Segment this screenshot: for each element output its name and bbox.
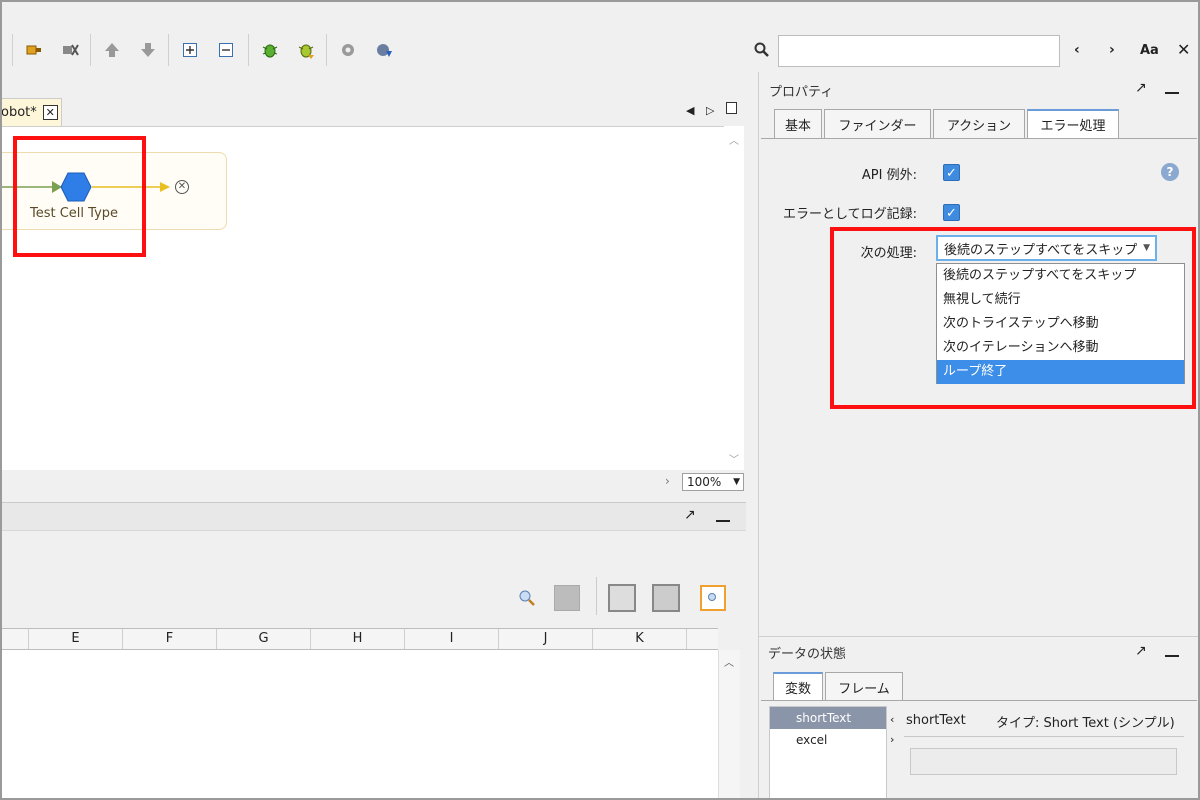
export-icon[interactable] bbox=[608, 584, 636, 612]
maximize-icon[interactable]: ↗ bbox=[1135, 643, 1147, 659]
move-down-icon[interactable] bbox=[136, 38, 160, 62]
tab-variables[interactable]: 変数 bbox=[773, 672, 823, 701]
debug-step-icon[interactable] bbox=[294, 38, 318, 62]
column-header-h[interactable]: H bbox=[311, 629, 405, 649]
highlight-box-node bbox=[13, 136, 146, 257]
api-exception-label: API 例外: bbox=[861, 168, 917, 183]
list-item-selected[interactable]: shortText bbox=[770, 707, 886, 729]
tab-scroll-left-icon[interactable]: ◀ bbox=[686, 104, 694, 117]
collapse-left-icon[interactable]: ‹ bbox=[890, 713, 894, 726]
tab-scroll-right-icon[interactable]: ▷ bbox=[706, 104, 714, 117]
toolbar-separator bbox=[596, 577, 597, 615]
variable-list: shortText excel bbox=[769, 706, 887, 800]
help-icon[interactable]: ? bbox=[1161, 163, 1179, 181]
find-cell-icon[interactable] bbox=[700, 585, 726, 611]
column-header-j[interactable]: J bbox=[499, 629, 593, 649]
highlight-box-dropdown bbox=[830, 227, 1196, 409]
tab-action[interactable]: アクション bbox=[933, 109, 1025, 138]
tab-finder[interactable]: ファインダー bbox=[824, 109, 931, 138]
plug-out-icon[interactable] bbox=[58, 38, 82, 62]
delete-icon[interactable] bbox=[652, 584, 680, 612]
toolbar-separator bbox=[168, 34, 169, 66]
column-header-f[interactable]: F bbox=[123, 629, 217, 649]
bottom-panel-header: ↗ bbox=[2, 502, 746, 530]
debug-icon[interactable] bbox=[258, 38, 282, 62]
close-tab-icon[interactable]: ✕ bbox=[42, 105, 58, 120]
toolbar-separator bbox=[248, 34, 249, 66]
tab-basic[interactable]: 基本 bbox=[774, 109, 822, 138]
canvas-vertical-scrollbar[interactable]: ︿ ﹀ bbox=[724, 126, 744, 470]
chevron-down-icon: ▼ bbox=[733, 477, 740, 487]
copy-icon[interactable] bbox=[554, 585, 580, 611]
canvas-scroll-right-icon[interactable]: › bbox=[665, 474, 670, 488]
column-header-i[interactable]: I bbox=[405, 629, 499, 649]
column-header-k[interactable]: K bbox=[593, 629, 687, 649]
plug-in-icon[interactable] bbox=[22, 38, 46, 62]
expand-icon[interactable] bbox=[178, 38, 202, 62]
grid-vertical-scrollbar[interactable]: ︿ bbox=[718, 650, 740, 800]
column-header-e[interactable]: E bbox=[29, 629, 123, 649]
tab-frames[interactable]: フレーム bbox=[825, 672, 903, 701]
api-exception-checkbox[interactable]: ✓ bbox=[943, 164, 960, 181]
expand-right-icon[interactable]: › bbox=[890, 733, 894, 746]
editor-tab-label: obot* bbox=[1, 105, 37, 120]
log-error-checkbox[interactable]: ✓ bbox=[943, 204, 960, 221]
list-item[interactable]: excel bbox=[770, 729, 886, 751]
toolbar-separator bbox=[12, 34, 13, 66]
maximize-icon[interactable]: ↗ bbox=[684, 507, 696, 523]
bottom-panel-toolbar bbox=[2, 530, 746, 628]
toolbar-separator bbox=[326, 34, 327, 66]
search-input[interactable] bbox=[778, 35, 1060, 67]
panel-title: プロパティ bbox=[769, 85, 834, 100]
globe-icon[interactable] bbox=[372, 38, 396, 62]
panel-title: データの状態 bbox=[768, 647, 847, 662]
zoom-select[interactable]: 100% ▼ bbox=[682, 473, 744, 491]
tab-strip-divider bbox=[761, 138, 1197, 139]
detail-divider bbox=[904, 736, 1184, 737]
collapse-icon[interactable] bbox=[214, 38, 238, 62]
selected-variable-name: shortText bbox=[906, 713, 966, 728]
match-case-button[interactable]: Aa bbox=[1140, 43, 1159, 58]
tab-error-handling[interactable]: エラー処理 bbox=[1027, 109, 1119, 138]
tab-strip-divider bbox=[761, 700, 1197, 701]
find-next-button[interactable]: › bbox=[1109, 42, 1115, 58]
search-icon bbox=[754, 42, 770, 62]
move-up-icon[interactable] bbox=[100, 38, 124, 62]
column-header-g[interactable]: G bbox=[217, 629, 311, 649]
log-error-label: エラーとしてログ記録: bbox=[783, 207, 917, 222]
settings-icon[interactable] bbox=[336, 38, 360, 62]
editor-tab[interactable]: obot* ✕ bbox=[0, 98, 62, 126]
zoom-search-icon[interactable] bbox=[518, 589, 536, 611]
variable-value-field[interactable] bbox=[910, 748, 1177, 775]
column-header[interactable] bbox=[0, 629, 29, 649]
spreadsheet-grid[interactable] bbox=[2, 650, 718, 800]
grid-column-header: E F G H I J K bbox=[0, 628, 718, 650]
main-toolbar: ‹ › Aa ✕ bbox=[0, 0, 1200, 72]
tab-list-icon[interactable] bbox=[726, 102, 737, 114]
minimize-icon[interactable] bbox=[1165, 92, 1179, 94]
close-search-button[interactable]: ✕ bbox=[1177, 40, 1190, 59]
end-node-icon[interactable]: ✕ bbox=[175, 180, 189, 194]
minimize-icon[interactable] bbox=[716, 520, 730, 522]
selected-variable-type: タイプ: Short Text (シンプル) bbox=[996, 716, 1175, 731]
zoom-value: 100% bbox=[687, 475, 722, 489]
minimize-icon[interactable] bbox=[1165, 655, 1179, 657]
toolbar-separator bbox=[90, 34, 91, 66]
find-previous-button[interactable]: ‹ bbox=[1074, 42, 1080, 58]
maximize-icon[interactable]: ↗ bbox=[1135, 80, 1147, 96]
